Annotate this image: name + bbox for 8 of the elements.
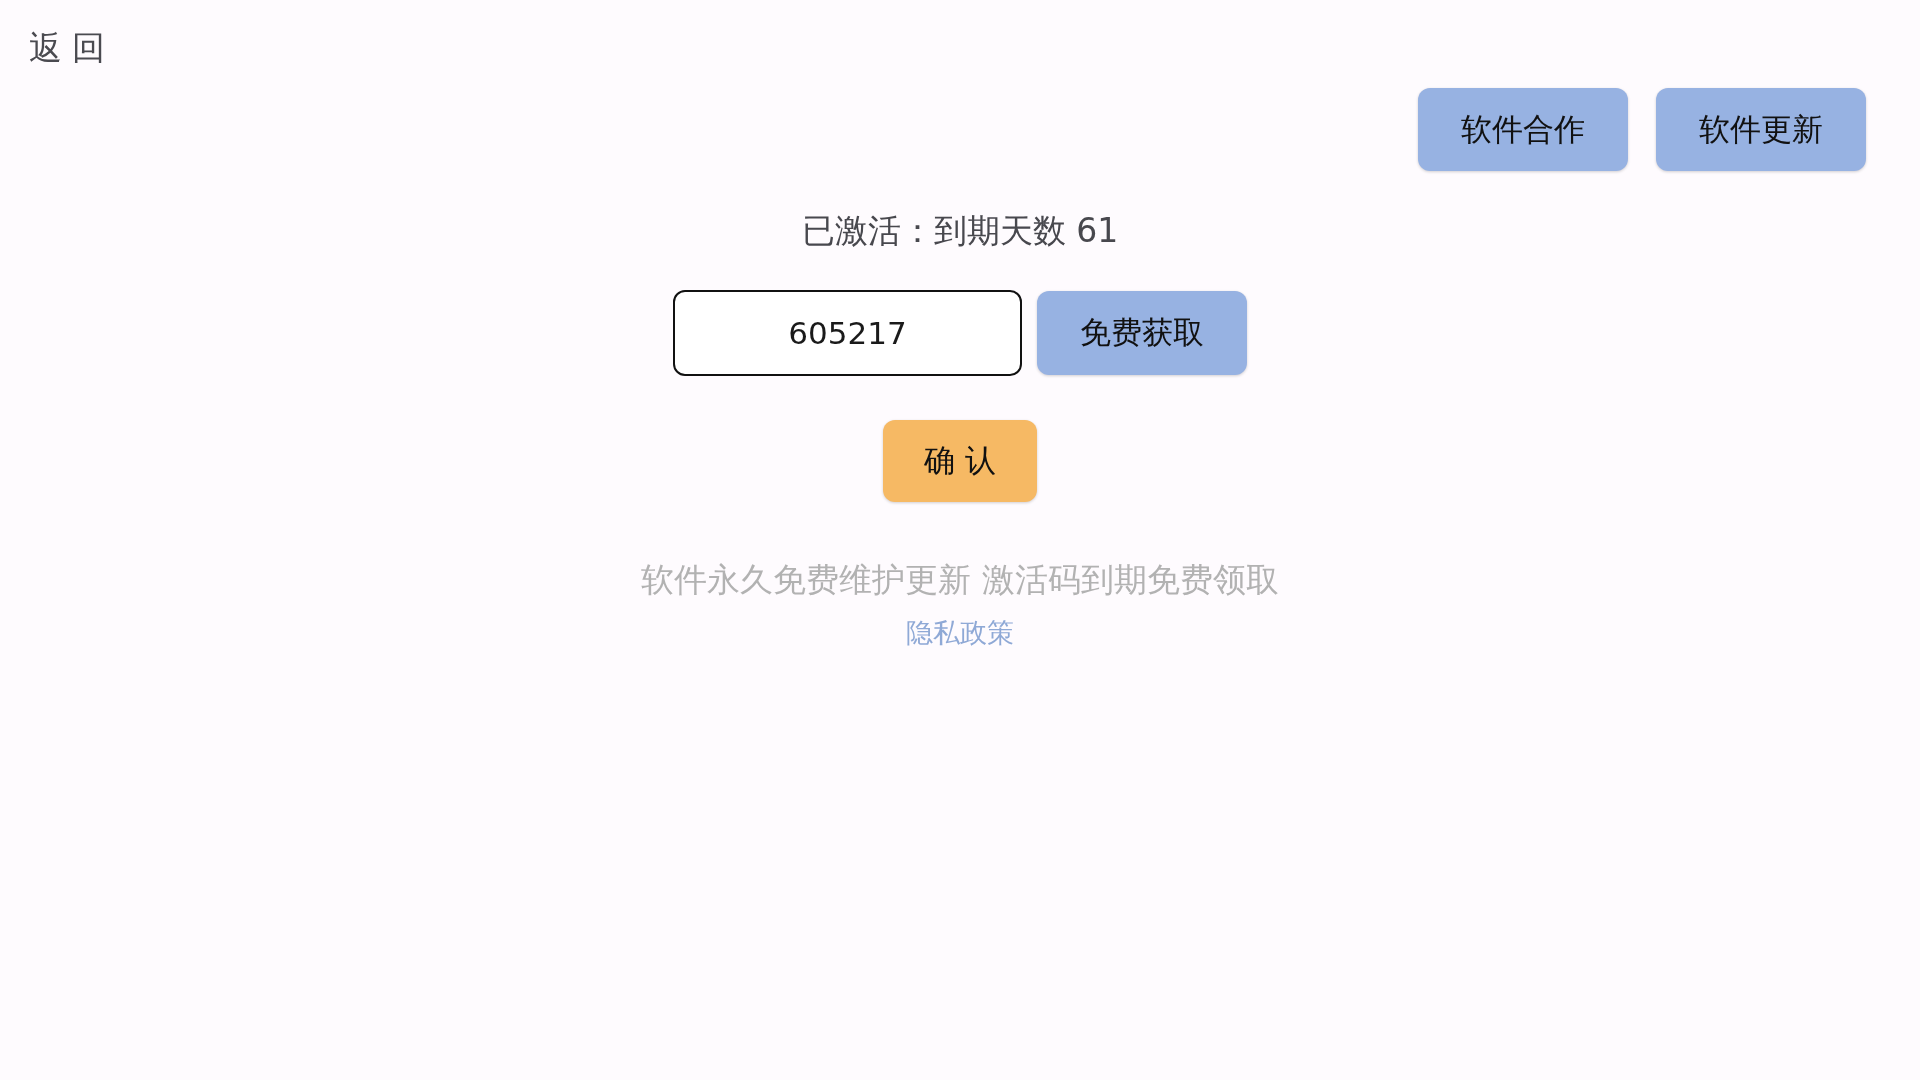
confirm-button[interactable]: 确 认: [883, 420, 1037, 502]
top-action-button[interactable]: 软件更新: [1656, 88, 1866, 171]
activation-code-field[interactable]: 605217: [673, 290, 1022, 376]
get-free-button[interactable]: 免费获取: [1037, 291, 1247, 375]
notice-text: 软件永久免费维护更新 激活码到期免费领取: [641, 560, 1279, 600]
back-link[interactable]: 返 回: [29, 28, 106, 68]
activation-status-text: 已激活：到期天数 61: [801, 211, 1119, 251]
top-action-button[interactable]: 软件合作: [1418, 88, 1628, 171]
